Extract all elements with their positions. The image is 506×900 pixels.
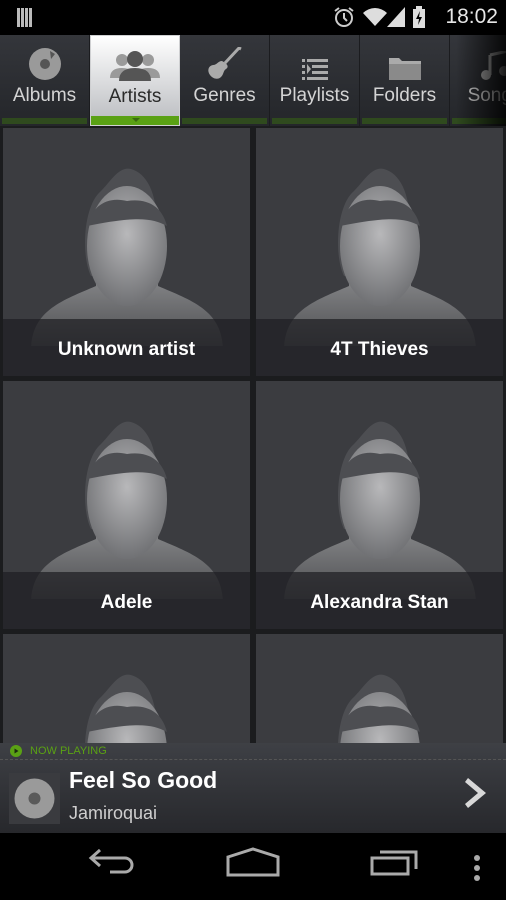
artist-placeholder-icon [284, 168, 476, 346]
artist-grid[interactable]: Unknown artist 4T Thieves Adele Alexandr… [0, 126, 506, 743]
status-bar: 18:02 [0, 0, 506, 35]
category-tabs: Albums Artists Genres Playlists Folders … [0, 35, 506, 126]
notification-icon [17, 8, 34, 27]
track-title: Feel So Good [69, 767, 218, 793]
track-artist: Jamiroquai [69, 803, 158, 823]
tab-folders[interactable]: Folders [360, 35, 450, 126]
artist-placeholder-icon [85, 674, 167, 743]
artist-placeholder-icon [284, 421, 476, 599]
chevron-right-icon[interactable] [464, 776, 490, 810]
playlist-icon [301, 59, 328, 80]
artist-tile[interactable]: 4T Thieves [256, 128, 503, 376]
artist-tile[interactable] [3, 634, 250, 743]
album-icon [28, 48, 61, 80]
artist-placeholder-icon [31, 168, 223, 346]
navigation-bar [0, 833, 506, 900]
tab-playlists[interactable]: Playlists [270, 35, 360, 126]
clock: 18:02 [445, 5, 498, 28]
now-playing-label: NOW PLAYING [30, 745, 107, 757]
alarm-icon [334, 7, 354, 27]
menu-icon[interactable] [472, 855, 482, 881]
artist-placeholder-icon [338, 674, 420, 743]
artist-name: 4T Thieves [256, 319, 503, 376]
folder-icon [388, 58, 421, 80]
artist-tile[interactable]: Alexandra Stan [256, 381, 503, 629]
play-icon [10, 745, 22, 757]
artist-tile[interactable] [256, 634, 503, 743]
artist-name: Alexandra Stan [256, 572, 503, 629]
tab-genres[interactable]: Genres [180, 35, 270, 126]
artist-tile[interactable]: Unknown artist [3, 128, 250, 376]
guitar-icon [207, 47, 242, 79]
tab-artists[interactable]: Artists [90, 35, 180, 126]
wifi-icon [363, 8, 387, 26]
recent-apps-icon[interactable] [370, 847, 420, 877]
home-icon[interactable] [226, 847, 280, 877]
artists-icon [110, 51, 160, 81]
album-art [9, 773, 60, 824]
tab-albums[interactable]: Albums [0, 35, 90, 126]
back-icon[interactable] [88, 847, 138, 877]
now-playing-bar[interactable]: NOW PLAYING Feel So Good Jamiroquai [0, 743, 506, 833]
artist-name: Unknown artist [3, 319, 250, 376]
music-note-icon [480, 51, 506, 80]
album-icon [14, 778, 55, 819]
artist-placeholder-icon [31, 421, 223, 599]
active-tab-indicator [91, 116, 179, 125]
artist-tile[interactable]: Adele [3, 381, 250, 629]
signal-icon [387, 7, 405, 27]
tab-songs[interactable]: Songs [450, 35, 506, 126]
battery-charging-icon [413, 6, 425, 28]
artist-name: Adele [3, 572, 250, 629]
